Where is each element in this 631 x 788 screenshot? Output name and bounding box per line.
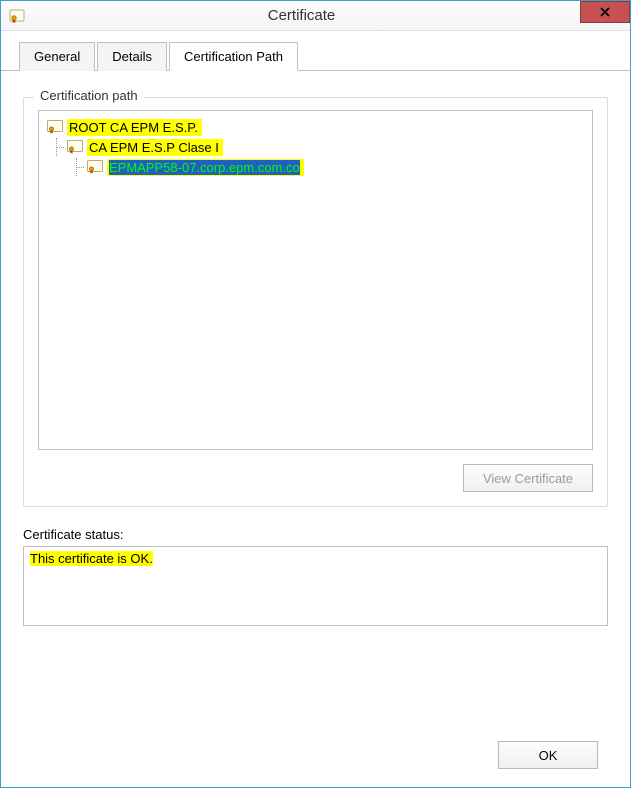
tree-connector: [47, 138, 67, 156]
certification-path-group: Certification path ROOT CA EPM E.S.P. CA…: [23, 97, 608, 507]
close-icon: [600, 5, 610, 20]
status-text: This certificate is OK.: [30, 551, 153, 566]
group-label: Certification path: [34, 88, 144, 103]
certificate-dialog: Certificate General Details Certificatio…: [0, 0, 631, 788]
tree-spacer: [47, 158, 67, 176]
certificate-icon: [87, 160, 103, 174]
status-label: Certificate status:: [23, 527, 608, 542]
ok-button[interactable]: OK: [498, 741, 598, 769]
certificate-app-icon: [9, 8, 25, 24]
view-cert-row: View Certificate: [38, 464, 593, 492]
tree-item-leaf[interactable]: EPMAPP58-07.corp.epm.com.co: [47, 157, 592, 177]
tab-certification-path[interactable]: Certification Path: [169, 42, 298, 71]
tree-label-leaf: EPMAPP58-07.corp.epm.com.co: [109, 160, 300, 175]
titlebar: Certificate: [1, 1, 630, 31]
tab-panel-certification-path: Certification path ROOT CA EPM E.S.P. CA…: [1, 71, 630, 642]
certificate-status-section: Certificate status: This certificate is …: [23, 527, 608, 626]
dialog-buttons: OK: [498, 741, 598, 769]
certification-path-tree[interactable]: ROOT CA EPM E.S.P. CA EPM E.S.P Clase I: [38, 110, 593, 450]
tree-label-intermediate: CA EPM E.S.P Clase I: [87, 139, 223, 156]
tab-strip: General Details Certification Path: [1, 31, 630, 71]
window-title: Certificate: [33, 7, 630, 24]
tree-leaf-highlight: EPMAPP58-07.corp.epm.com.co: [107, 159, 304, 176]
tab-details[interactable]: Details: [97, 42, 167, 71]
tree-item-intermediate[interactable]: CA EPM E.S.P Clase I: [47, 137, 592, 157]
tree-item-root[interactable]: ROOT CA EPM E.S.P.: [47, 117, 592, 137]
certificate-icon: [47, 120, 63, 134]
status-textbox: This certificate is OK.: [23, 546, 608, 626]
tree-connector: [67, 158, 87, 176]
close-button[interactable]: [580, 1, 630, 23]
tree-label-root: ROOT CA EPM E.S.P.: [67, 119, 202, 136]
tab-general[interactable]: General: [19, 42, 95, 71]
certificate-icon: [67, 140, 83, 154]
view-certificate-button[interactable]: View Certificate: [463, 464, 593, 492]
